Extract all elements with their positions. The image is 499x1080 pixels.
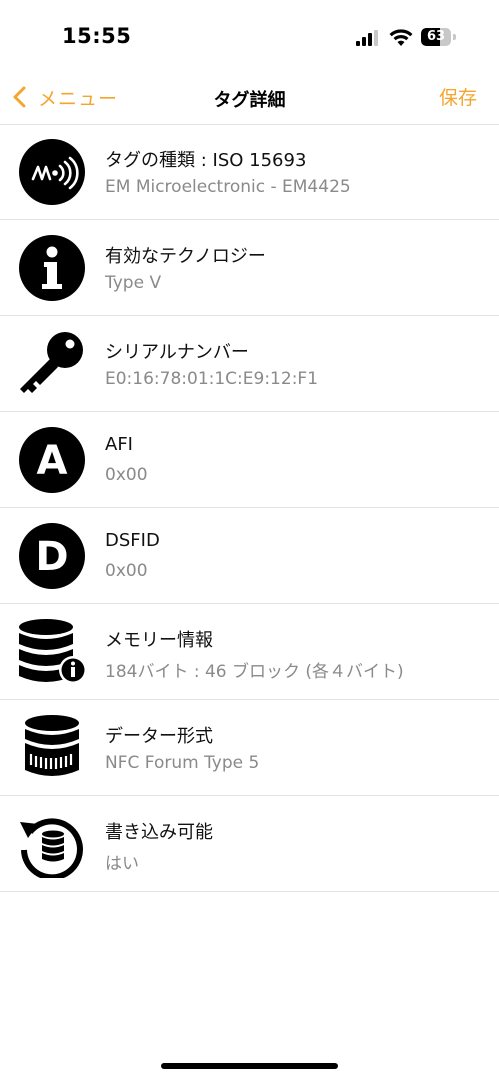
tag-type-value: EM Microelectronic - EM4425 (105, 177, 351, 197)
afi-value: 0x00 (105, 465, 148, 485)
serial-number-value: E0:16:78:01:1C:E9:12:F1 (105, 369, 319, 389)
dsfid-title: DSFID (105, 530, 160, 551)
battery-indicator: 63 (421, 28, 457, 46)
list-item-serial-number: シリアルナンバー E0:16:78:01:1C:E9:12:F1 (0, 316, 499, 412)
memory-info-title: メモリー情報 (105, 630, 213, 651)
letter-d-icon: D (19, 523, 85, 589)
serial-number-title: シリアルナンバー (105, 342, 249, 363)
database-format-icon (25, 715, 79, 776)
data-format-value: NFC Forum Type 5 (105, 753, 260, 773)
dsfid-value: 0x00 (105, 561, 148, 581)
list-item-technologies: 有効なテクノロジー Type V (0, 220, 499, 316)
tag-type-title: タグの種類 : ISO 15693 (105, 150, 307, 171)
letter-a-icon: A (19, 427, 85, 493)
writable-title: 書き込み可能 (105, 822, 213, 843)
data-format-title: データー形式 (105, 726, 213, 747)
home-indicator[interactable] (161, 1063, 338, 1069)
status-bar: 15:55 63 (0, 0, 499, 70)
list-item-data-format: データー形式 NFC Forum Type 5 (0, 700, 499, 796)
technologies-title: 有効なテクノロジー (105, 246, 266, 267)
list-item-tag-type: タグの種類 : ISO 15693 EM Microelectronic - E… (0, 124, 499, 220)
navigation-bar: メニュー タグ詳細 保存 (0, 70, 499, 125)
tag-detail-list: タグの種類 : ISO 15693 EM Microelectronic - E… (0, 124, 499, 892)
key-icon (20, 332, 83, 393)
page-title: タグ詳細 (213, 90, 286, 111)
save-button[interactable]: 保存 (439, 83, 477, 110)
list-item-memory-info: メモリー情報 184バイト : 46 ブロック (各４バイト) (0, 604, 499, 700)
list-item-afi: A AFI 0x00 (0, 412, 499, 508)
database-info-icon (19, 619, 86, 684)
writable-value: はい (105, 854, 139, 874)
list-item-dsfid: D DSFID 0x00 (0, 508, 499, 604)
afi-title: AFI (105, 434, 133, 455)
cellular-signal-icon (356, 30, 378, 46)
wifi-icon (389, 29, 413, 46)
svg-text:D: D (35, 534, 68, 580)
nfc-tag-icon (19, 139, 85, 205)
memory-info-value: 184バイト : 46 ブロック (各４バイト) (105, 662, 404, 682)
list-item-writable: 書き込み可能 はい (0, 796, 499, 892)
svg-text:A: A (37, 438, 68, 484)
battery-level: 63 (426, 29, 446, 44)
database-rewrite-icon (20, 818, 83, 878)
info-icon (19, 235, 85, 301)
technologies-value: Type V (105, 273, 162, 293)
status-time: 15:55 (62, 24, 132, 48)
